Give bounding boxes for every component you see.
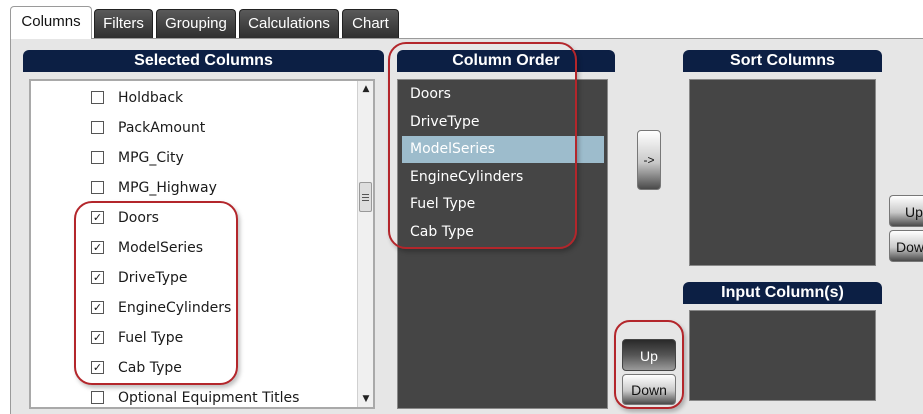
list-item[interactable]: Cab Type bbox=[402, 219, 604, 246]
list-item-label: PackAmount bbox=[118, 120, 206, 136]
sort-columns-header: Sort Columns bbox=[683, 50, 882, 72]
input-columns-header: Input Column(s) bbox=[683, 282, 882, 304]
checkbox-checked[interactable]: ✓ bbox=[91, 211, 104, 224]
list-item[interactable]: Optional Equipment Titles bbox=[91, 387, 351, 407]
list-item[interactable]: Holdback bbox=[91, 87, 351, 109]
list-item[interactable]: PackAmount bbox=[91, 117, 351, 139]
list-item-label: Doors bbox=[118, 210, 159, 226]
checkbox-checked[interactable]: ✓ bbox=[91, 241, 104, 254]
list-item[interactable]: Fuel Type bbox=[402, 191, 604, 218]
list-item-label: Holdback bbox=[118, 90, 184, 106]
list-item-label: MPG_City bbox=[118, 150, 184, 166]
checkbox[interactable] bbox=[91, 181, 104, 194]
column-order-list[interactable]: Doors DriveType ModelSeries EngineCylind… bbox=[397, 79, 608, 409]
list-item[interactable]: MPG_Highway bbox=[91, 177, 351, 199]
selected-columns-list[interactable]: Holdback PackAmount MPG_City MPG_Highway… bbox=[29, 79, 375, 409]
checkbox-checked[interactable]: ✓ bbox=[91, 271, 104, 284]
list-item-selected[interactable]: ModelSeries bbox=[402, 136, 604, 163]
column-order-header: Column Order bbox=[397, 50, 615, 72]
column-order-up-button[interactable]: Up bbox=[622, 339, 676, 371]
tab-grouping[interactable]: Grouping bbox=[156, 9, 236, 38]
checkbox-checked[interactable]: ✓ bbox=[91, 331, 104, 344]
move-to-sort-button[interactable]: -> bbox=[637, 130, 661, 190]
tab-chart[interactable]: Chart bbox=[342, 9, 399, 38]
checkbox[interactable] bbox=[91, 391, 104, 404]
checkbox[interactable] bbox=[91, 121, 104, 134]
input-columns-list[interactable] bbox=[689, 310, 876, 401]
list-item[interactable]: ✓ Doors bbox=[91, 207, 351, 229]
list-item[interactable]: EngineCylinders bbox=[402, 164, 604, 191]
column-order-down-button[interactable]: Down bbox=[622, 374, 676, 405]
checkbox[interactable] bbox=[91, 151, 104, 164]
list-item[interactable]: ✓ Cab Type bbox=[91, 357, 351, 379]
scroll-down-icon[interactable]: ▼ bbox=[358, 391, 373, 407]
list-item[interactable]: ✓ DriveType bbox=[91, 267, 351, 289]
list-item-label: ModelSeries bbox=[118, 240, 204, 256]
list-item[interactable]: DriveType bbox=[402, 109, 604, 136]
checkbox-checked[interactable]: ✓ bbox=[91, 361, 104, 374]
list-item-label: MPG_Highway bbox=[118, 180, 217, 196]
grip-line bbox=[362, 197, 369, 198]
list-item[interactable]: Doors bbox=[402, 81, 604, 108]
sort-columns-list[interactable] bbox=[689, 79, 876, 266]
sort-up-button[interactable]: Up bbox=[889, 195, 923, 227]
list-item[interactable]: ✓ Fuel Type bbox=[91, 327, 351, 349]
selected-columns-header: Selected Columns bbox=[23, 50, 384, 72]
list-item[interactable]: MPG_City bbox=[91, 147, 351, 169]
checkbox-checked[interactable]: ✓ bbox=[91, 301, 104, 314]
tab-calculations[interactable]: Calculations bbox=[239, 9, 339, 38]
tab-filters[interactable]: Filters bbox=[94, 9, 153, 38]
checkbox[interactable] bbox=[91, 91, 104, 104]
tab-columns[interactable]: Columns bbox=[10, 6, 92, 39]
list-item-label: EngineCylinders bbox=[118, 300, 232, 316]
scroll-up-icon[interactable]: ▲ bbox=[358, 81, 373, 97]
list-item-label: Optional Equipment Titles bbox=[118, 390, 300, 406]
list-item-label: DriveType bbox=[118, 270, 188, 286]
vertical-scrollbar[interactable]: ▲ ▼ bbox=[357, 81, 373, 407]
sort-down-button[interactable]: Down bbox=[889, 230, 923, 262]
grip-line bbox=[362, 200, 369, 201]
list-item-label: Cab Type bbox=[118, 360, 182, 376]
list-item-label: Fuel Type bbox=[118, 330, 184, 346]
scrollbar-thumb[interactable] bbox=[359, 182, 372, 212]
list-item[interactable]: ✓ ModelSeries bbox=[91, 237, 351, 259]
grip-line bbox=[362, 194, 369, 195]
list-item[interactable]: ✓ EngineCylinders bbox=[91, 297, 351, 319]
